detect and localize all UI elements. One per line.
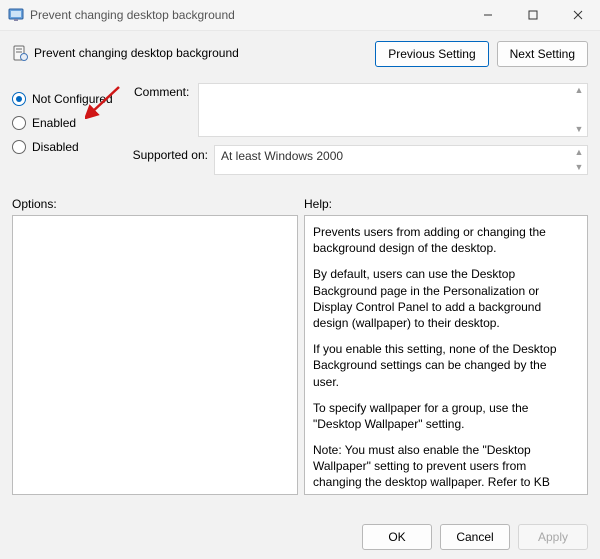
titlebar: Prevent changing desktop background bbox=[0, 0, 600, 31]
scroll-up-icon[interactable]: ▲ bbox=[573, 148, 585, 157]
close-button[interactable] bbox=[555, 0, 600, 30]
radio-icon bbox=[12, 92, 26, 106]
minimize-button[interactable] bbox=[465, 0, 510, 30]
comment-textarea[interactable]: ▲ ▼ bbox=[198, 83, 588, 137]
app-icon bbox=[8, 7, 24, 23]
supported-on-field: At least Windows 2000 ▲ ▼ bbox=[214, 145, 588, 175]
radio-label: Enabled bbox=[32, 116, 76, 130]
help-paragraph: To specify wallpaper for a group, use th… bbox=[313, 400, 569, 432]
maximize-button[interactable] bbox=[510, 0, 555, 30]
radio-enabled[interactable]: Enabled bbox=[12, 111, 122, 135]
window-title: Prevent changing desktop background bbox=[30, 8, 465, 22]
ok-button[interactable]: OK bbox=[362, 524, 432, 550]
radio-icon bbox=[12, 140, 26, 154]
radio-icon bbox=[12, 116, 26, 130]
options-label: Options: bbox=[12, 197, 304, 211]
cancel-button[interactable]: Cancel bbox=[440, 524, 510, 550]
state-radio-group: Not Configured Enabled Disabled bbox=[12, 87, 122, 159]
scroll-down-icon[interactable]: ▼ bbox=[573, 125, 585, 134]
help-paragraph: Note: You must also enable the "Desktop … bbox=[313, 442, 569, 495]
help-paragraph: Prevents users from adding or changing t… bbox=[313, 224, 569, 256]
radio-label: Not Configured bbox=[32, 92, 113, 106]
radio-label: Disabled bbox=[32, 140, 79, 154]
policy-icon bbox=[12, 45, 28, 61]
supported-on-label: Supported on: bbox=[122, 145, 214, 162]
next-setting-button[interactable]: Next Setting bbox=[497, 41, 588, 67]
options-panel bbox=[12, 215, 298, 495]
dialog-footer: OK Cancel Apply bbox=[362, 524, 588, 550]
scroll-down-icon[interactable]: ▼ bbox=[573, 163, 585, 172]
comment-label: Comment: bbox=[134, 83, 198, 99]
help-paragraph: By default, users can use the Desktop Ba… bbox=[313, 266, 569, 331]
radio-not-configured[interactable]: Not Configured bbox=[12, 87, 122, 111]
apply-button[interactable]: Apply bbox=[518, 524, 588, 550]
radio-disabled[interactable]: Disabled bbox=[12, 135, 122, 159]
window-controls bbox=[465, 0, 600, 30]
help-label: Help: bbox=[304, 197, 588, 211]
scroll-up-icon[interactable]: ▲ bbox=[573, 86, 585, 95]
help-paragraph: If you enable this setting, none of the … bbox=[313, 341, 569, 390]
policy-title: Prevent changing desktop background bbox=[34, 46, 239, 60]
supported-on-value: At least Windows 2000 bbox=[221, 149, 343, 163]
help-panel: Prevents users from adding or changing t… bbox=[304, 215, 588, 495]
dialog-body: Prevent changing desktop background Prev… bbox=[0, 31, 600, 559]
previous-setting-button[interactable]: Previous Setting bbox=[375, 41, 488, 67]
